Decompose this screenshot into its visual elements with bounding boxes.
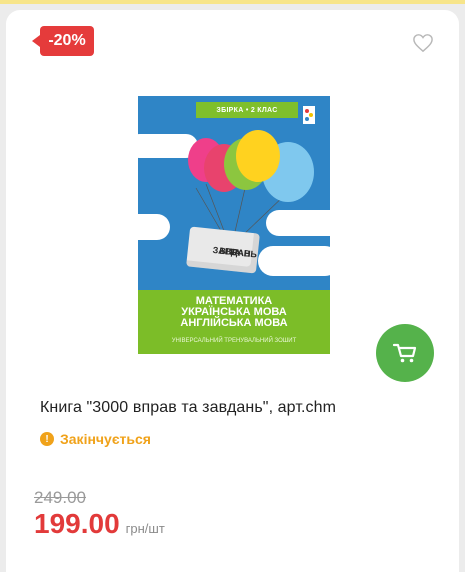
price-unit: грн/шт: [125, 521, 165, 536]
discount-badge: -20%: [32, 26, 94, 56]
top-accent-line: [0, 0, 465, 4]
box-line-3: ЗАВДАНЬ: [212, 244, 258, 260]
cart-icon: [392, 343, 417, 363]
current-price: 199.00 грн/шт: [34, 508, 165, 540]
discount-label: -20%: [48, 32, 86, 49]
heart-icon[interactable]: [412, 33, 434, 53]
stock-status: ! Закінчується: [40, 431, 151, 447]
product-image[interactable]: ЗБІРКА • 2 КЛАС 3000 ВПРАВ ТА ЗАВДАНЬ МА…: [138, 96, 330, 354]
exclamation-icon: !: [40, 432, 54, 446]
price-value: 199.00: [34, 508, 120, 539]
stock-status-label: Закінчується: [60, 431, 151, 447]
box-graphic: ВПРАВ ТА ЗАВДАНЬ: [186, 226, 260, 274]
old-price: 249.00: [34, 488, 86, 507]
add-to-cart-button[interactable]: [376, 324, 434, 382]
subjects-panel: МАТЕМАТИКА УКРАЇНСЬКА МОВА АНГЛІЙСЬКА МО…: [138, 290, 330, 354]
cover-subtitle: УНІВЕРСАЛЬНИЙ ТРЕНУВАЛЬНИЙ ЗОШИТ: [171, 338, 297, 344]
subject-line: АНГЛІЙСЬКА МОВА: [180, 317, 288, 329]
big-number-label: 3000: [138, 96, 139, 97]
product-title[interactable]: Книга "3000 вправ та завдань", арт.chm: [40, 399, 336, 417]
